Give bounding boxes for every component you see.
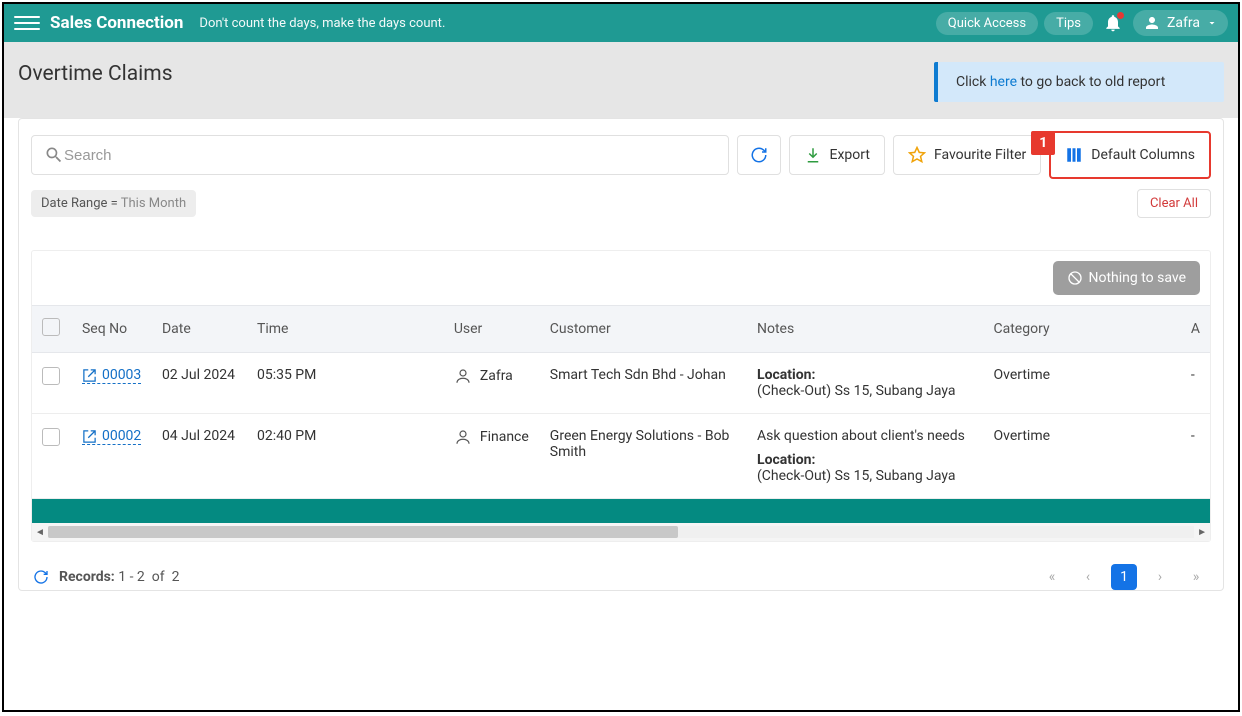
data-grid: Nothing to save Seq No Date Time User Cu… xyxy=(31,250,1211,542)
clear-all-button[interactable]: Clear All xyxy=(1137,189,1211,218)
search-field[interactable] xyxy=(31,135,729,175)
col-time[interactable]: Time xyxy=(247,306,444,353)
ban-icon xyxy=(1067,270,1083,286)
scroll-left-icon[interactable]: ◄ xyxy=(32,527,48,538)
table-header-row: Seq No Date Time User Customer Notes Cat… xyxy=(32,306,1210,353)
cell-notes: Location: (Check-Out) Ss 15, Subang Jaya xyxy=(747,353,984,414)
col-last[interactable]: A xyxy=(1181,306,1210,353)
footer: Records: 1 - 2 of 2 « ‹ 1 › » xyxy=(19,550,1223,590)
cell-notes: Ask question about client's needs Locati… xyxy=(747,414,984,499)
row-checkbox[interactable] xyxy=(42,428,60,446)
page-next-button[interactable]: › xyxy=(1147,564,1173,590)
download-icon xyxy=(804,146,822,164)
default-columns-button[interactable]: Default Columns xyxy=(1049,131,1211,179)
callout-number: 1 xyxy=(1031,131,1055,155)
old-report-link[interactable]: here xyxy=(990,74,1017,90)
table-row: 00003 02 Jul 2024 05:35 PM Zafra Smart T… xyxy=(32,353,1210,414)
hamburger-menu-icon[interactable] xyxy=(14,10,40,36)
user-menu[interactable]: Zafra xyxy=(1133,10,1228,36)
page-header: Overtime Claims Click here to go back to… xyxy=(4,42,1238,118)
favourite-filter-button[interactable]: Favourite Filter xyxy=(893,135,1041,175)
old-report-notice: Click here to go back to old report xyxy=(934,62,1224,102)
columns-icon xyxy=(1065,146,1083,164)
scrollbar-thumb[interactable] xyxy=(48,526,678,538)
external-link-icon xyxy=(82,429,97,444)
seq-link[interactable]: 00003 xyxy=(82,367,141,384)
records-label: Records: xyxy=(59,569,115,585)
search-input[interactable] xyxy=(64,147,716,164)
top-bar: Sales Connection Don't count the days, m… xyxy=(4,4,1238,42)
claims-table: Seq No Date Time User Customer Notes Cat… xyxy=(32,305,1210,499)
col-notes[interactable]: Notes xyxy=(747,306,984,353)
scroll-right-icon[interactable]: ► xyxy=(1194,527,1210,538)
refresh-small-icon[interactable] xyxy=(33,569,49,585)
col-category[interactable]: Category xyxy=(984,306,1181,353)
select-all-checkbox[interactable] xyxy=(42,318,60,336)
page-title: Overtime Claims xyxy=(18,62,934,86)
page-first-button[interactable]: « xyxy=(1039,564,1065,590)
notification-dot-icon xyxy=(1117,12,1124,19)
tagline: Don't count the days, make the days coun… xyxy=(199,16,445,31)
quick-access-button[interactable]: Quick Access xyxy=(936,12,1038,35)
page-prev-button[interactable]: ‹ xyxy=(1075,564,1101,590)
app-brand: Sales Connection xyxy=(50,13,183,33)
row-checkbox[interactable] xyxy=(42,367,60,385)
person-icon xyxy=(454,428,472,446)
table-row: 00002 04 Jul 2024 02:40 PM Finance Green… xyxy=(32,414,1210,499)
cell-date: 04 Jul 2024 xyxy=(152,414,247,499)
tips-button[interactable]: Tips xyxy=(1044,12,1093,35)
date-range-chip[interactable]: Date Range = This Month xyxy=(31,190,196,217)
notifications-bell-icon[interactable] xyxy=(1103,13,1123,33)
col-seq-no[interactable]: Seq No xyxy=(72,306,152,353)
cell-last: - xyxy=(1181,414,1210,499)
user-name: Zafra xyxy=(1167,15,1200,31)
toolbar: Export Favourite Filter 1 Default Column… xyxy=(19,119,1223,189)
summary-bar xyxy=(32,499,1210,523)
cell-last: - xyxy=(1181,353,1210,414)
export-button[interactable]: Export xyxy=(789,135,885,175)
cell-category: Overtime xyxy=(984,414,1181,499)
col-user[interactable]: User xyxy=(444,306,540,353)
refresh-button[interactable] xyxy=(737,135,781,175)
pagination: « ‹ 1 › » xyxy=(1039,564,1209,590)
seq-link[interactable]: 00002 xyxy=(82,428,141,445)
cell-time: 02:40 PM xyxy=(247,414,444,499)
col-customer[interactable]: Customer xyxy=(540,306,747,353)
person-icon xyxy=(454,367,472,385)
cell-category: Overtime xyxy=(984,353,1181,414)
cell-date: 02 Jul 2024 xyxy=(152,353,247,414)
col-date[interactable]: Date xyxy=(152,306,247,353)
cell-user: Finance xyxy=(454,428,530,446)
content-card: Export Favourite Filter 1 Default Column… xyxy=(18,118,1224,591)
chevron-down-icon xyxy=(1206,17,1218,29)
cell-customer: Smart Tech Sdn Bhd - Johan xyxy=(540,353,747,414)
search-icon xyxy=(44,145,64,165)
horizontal-scrollbar[interactable]: ◄ ► xyxy=(32,523,1210,541)
cell-time: 05:35 PM xyxy=(247,353,444,414)
cell-user: Zafra xyxy=(454,367,530,385)
filter-row: Date Range = This Month Clear All xyxy=(19,189,1223,232)
external-link-icon xyxy=(82,368,97,383)
nothing-to-save-button: Nothing to save xyxy=(1053,261,1201,295)
star-icon xyxy=(908,146,926,164)
page-number-current[interactable]: 1 xyxy=(1111,564,1137,590)
page-last-button[interactable]: » xyxy=(1183,564,1209,590)
cell-customer: Green Energy Solutions - Bob Smith xyxy=(540,414,747,499)
